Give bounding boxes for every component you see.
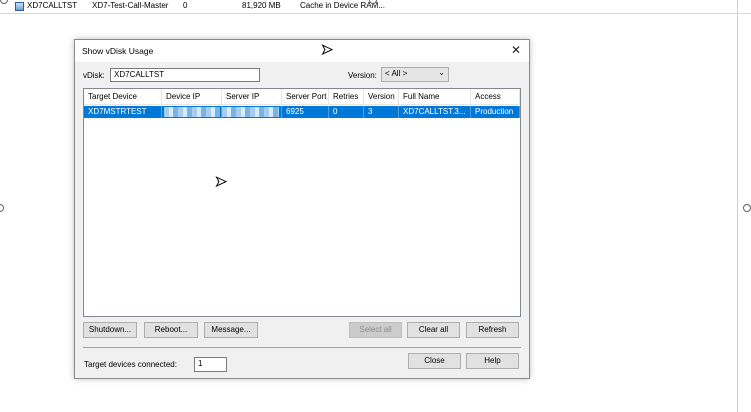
- column-header-retries[interactable]: Retries: [329, 89, 364, 105]
- bg-size: 81,920 MB: [242, 1, 281, 10]
- refresh-button[interactable]: Refresh: [466, 322, 519, 338]
- dialog-title: Show vDisk Usage: [82, 46, 154, 56]
- cell-server-port: 6925: [282, 106, 329, 118]
- reboot-button[interactable]: Reboot...: [144, 322, 198, 338]
- column-header-server-ip[interactable]: Server IP: [222, 89, 282, 105]
- cell-device-ip: [162, 106, 222, 118]
- redacted-device-ip: [164, 107, 220, 117]
- connected-count-field: 1: [194, 357, 227, 372]
- version-dropdown[interactable]: < All > ⌄: [381, 67, 449, 82]
- cell-access: Production: [471, 106, 520, 118]
- mouse-cursor-icon: ➤: [321, 41, 334, 58]
- column-header-version[interactable]: Version: [364, 89, 399, 105]
- vdisk-icon: [15, 2, 24, 11]
- drag-copy-cursor-icon: ➤: [215, 173, 228, 190]
- cell-version: 3: [364, 106, 399, 118]
- bg-connections: 0: [183, 1, 188, 10]
- column-header-server-port[interactable]: Server Port: [282, 89, 329, 105]
- shutdown-button[interactable]: Shutdown...: [83, 322, 137, 338]
- cell-target-device: XD7MSTRTEST: [84, 106, 162, 118]
- column-header-device-ip[interactable]: Device IP: [162, 89, 222, 105]
- divider: [83, 347, 521, 348]
- resize-handle-right[interactable]: [743, 204, 751, 212]
- table-row[interactable]: XD7MSTRTEST 6925 0 3 XD7CALLTST.3... Pro…: [84, 106, 520, 118]
- bg-site: XD7-Test-Call-Master: [92, 1, 169, 10]
- chevron-down-icon: ⌄: [438, 68, 445, 77]
- cell-server-ip: [222, 106, 282, 118]
- vdisk-field[interactable]: XD7CALLTST: [110, 68, 260, 82]
- cell-full-name: XD7CALLTST.3...: [399, 106, 471, 118]
- clear-all-button[interactable]: Clear all: [407, 322, 460, 338]
- connected-label: Target devices connected:: [84, 360, 177, 369]
- column-header-full-name[interactable]: Full Name: [399, 89, 471, 105]
- version-label: Version:: [348, 71, 377, 80]
- resize-handle-left[interactable]: [0, 204, 4, 212]
- title-bar[interactable]: Show vDisk Usage ✕: [75, 40, 529, 62]
- vdisk-label: vDisk:: [83, 71, 105, 80]
- cell-retries: 0: [329, 106, 364, 118]
- column-header-target-device[interactable]: Target Device: [84, 89, 162, 105]
- bg-divider: [0, 13, 751, 14]
- message-button[interactable]: Message...: [204, 322, 258, 338]
- close-button[interactable]: Close: [408, 353, 461, 369]
- bg-disk-name: XD7CALLTST: [27, 1, 78, 10]
- show-vdisk-usage-dialog: Show vDisk Usage ✕ vDisk: XD7CALLTST Ver…: [74, 39, 530, 379]
- redacted-server-ip: [222, 107, 279, 117]
- bg-border: [737, 0, 738, 412]
- column-header-access[interactable]: Access: [471, 89, 520, 105]
- list-header: Target Device Device IP Server IP Server…: [84, 89, 520, 105]
- select-all-button[interactable]: Select all: [349, 322, 402, 338]
- close-icon[interactable]: ✕: [509, 43, 523, 57]
- help-button[interactable]: Help: [466, 353, 519, 369]
- usage-list[interactable]: Target Device Device IP Server IP Server…: [83, 88, 521, 317]
- version-dropdown-value: < All >: [385, 69, 408, 78]
